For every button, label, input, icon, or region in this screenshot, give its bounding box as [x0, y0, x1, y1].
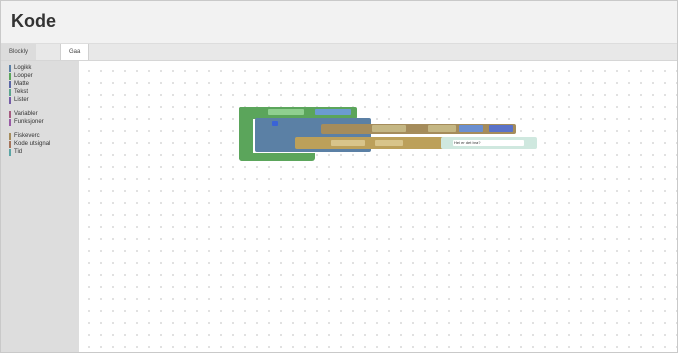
tab-bar: Blockly Gaa	[1, 44, 677, 61]
category-label: Logikk	[14, 65, 32, 71]
app-title: Kode	[11, 11, 56, 31]
logic-block-icon	[272, 121, 278, 126]
toolbox-category-math[interactable]: Matte	[9, 80, 79, 88]
compare-block-field[interactable]	[428, 125, 456, 132]
value-block[interactable]	[459, 125, 483, 132]
loop-block-field[interactable]	[315, 109, 351, 115]
category-color-bar	[9, 73, 11, 80]
value-block[interactable]	[489, 125, 513, 132]
category-label: Tid	[14, 149, 23, 155]
toolbox-category-functions[interactable]: Funksjoner	[9, 118, 79, 126]
category-color-bar	[9, 81, 11, 88]
category-label: Matte	[14, 81, 30, 87]
category-color-bar	[9, 133, 11, 140]
category-label: Variabler	[14, 111, 38, 117]
category-label: Lister	[14, 97, 29, 103]
toolbox-category-code-output[interactable]: Kode utsignal	[9, 140, 79, 148]
toolbox-category-loops[interactable]: Looper	[9, 72, 79, 80]
statement-block-field[interactable]	[331, 140, 365, 146]
toolbox-category-logic[interactable]: Logikk	[9, 64, 79, 72]
tab-code[interactable]: Gaa	[60, 44, 90, 60]
statement-block-field[interactable]	[375, 140, 403, 146]
category-color-bar	[9, 97, 11, 104]
text-value-field[interactable]: Hei er det bra?	[453, 140, 524, 146]
blockly-workspace[interactable]: Hei er det bra?	[79, 61, 677, 352]
compare-block[interactable]	[321, 124, 516, 134]
category-color-bar	[9, 89, 11, 96]
category-label: Kode utsignal	[14, 141, 51, 147]
toolbox-category-variables[interactable]: Variabler	[9, 110, 79, 118]
toolbox-category-lists[interactable]: Lister	[9, 96, 79, 104]
app-window: Kode Blockly Gaa Logikk Looper Matte Tek…	[0, 0, 678, 353]
category-label: Fiskeverc	[14, 133, 40, 139]
loop-block-field[interactable]	[268, 109, 304, 115]
blockly-toolbox: Logikk Looper Matte Tekst Lister Variabl…	[1, 61, 79, 352]
category-color-bar	[9, 141, 11, 148]
category-color-bar	[9, 119, 11, 126]
toolbox-category-custom-1[interactable]: Fiskeverc	[9, 132, 79, 140]
category-label: Looper	[14, 73, 33, 79]
compare-block-field[interactable]	[372, 125, 406, 132]
tab-blockly[interactable]: Blockly	[1, 44, 37, 60]
category-color-bar	[9, 149, 11, 156]
toolbox-category-text[interactable]: Tekst	[9, 88, 79, 96]
category-color-bar	[9, 65, 11, 72]
header-bar: Kode	[1, 1, 677, 44]
loop-block-bottom	[239, 153, 315, 161]
category-color-bar	[9, 111, 11, 118]
category-label: Tekst	[14, 89, 29, 95]
category-label: Funksjoner	[14, 119, 44, 125]
toolbox-category-time[interactable]: Tid	[9, 148, 79, 156]
